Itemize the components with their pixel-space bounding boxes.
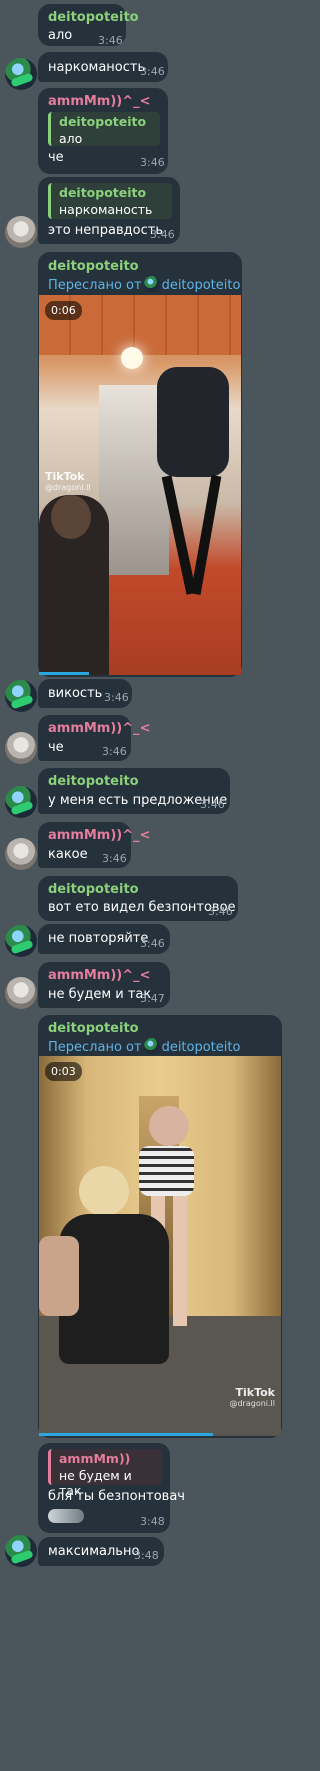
reply-preview[interactable]: deitopoteito ало: [48, 112, 160, 146]
sender-name[interactable]: deitopoteito: [48, 882, 139, 897]
user-avatar[interactable]: [5, 216, 37, 248]
sender-name[interactable]: deitopoteito: [48, 259, 139, 274]
dancer-shirt-image: [139, 1146, 194, 1196]
leg-image: [190, 475, 222, 595]
message-text: какое: [48, 847, 88, 862]
user-avatar[interactable]: [5, 786, 37, 818]
message-text: че: [48, 150, 64, 165]
person-jumping-image: [157, 367, 229, 477]
message-time: 3:46: [140, 156, 165, 169]
sender-name[interactable]: ammMm))^_<: [48, 828, 151, 843]
sender-name[interactable]: ammMm))^_<: [48, 94, 151, 109]
message-text: максимально: [48, 1544, 140, 1559]
message-bubble[interactable]: ammMm))^_< че 3:46: [38, 715, 151, 761]
message-time: 3:46: [140, 937, 165, 950]
sender-name[interactable]: deitopoteito: [48, 10, 139, 25]
message-bubble[interactable]: ammMm))^_< какое 3:46: [38, 822, 151, 868]
forwarded-header[interactable]: Переслано от deitopoteito: [48, 276, 240, 293]
reply-sender: deitopoteito: [59, 185, 147, 200]
message-bubble[interactable]: ammMm))^_< deitopoteito ало че 3:46: [38, 88, 168, 174]
tiktok-handle: @dragoni.ll: [45, 483, 91, 492]
message-bubble[interactable]: наркоманость 3:46: [38, 52, 168, 82]
message-bubble[interactable]: викость 3:46: [38, 679, 132, 708]
message-text: че: [48, 740, 64, 755]
video-progress-bar[interactable]: [39, 672, 89, 675]
video-duration: 0:03: [45, 1062, 82, 1081]
forwarded-from: deitopoteito: [161, 278, 241, 293]
light-image: [121, 347, 143, 369]
video-player[interactable]: 0:06 TikTok @dragoni.ll: [39, 295, 241, 675]
message-time: 3:48: [134, 1549, 159, 1562]
message-time: 3:46: [208, 905, 233, 918]
arm-image: [39, 1236, 79, 1316]
forwarded-label: Переслано от: [48, 278, 142, 293]
user-avatar[interactable]: [5, 680, 37, 712]
forwarded-header[interactable]: Переслано от deitopoteito: [48, 1038, 240, 1055]
video-progress-bar[interactable]: [39, 1433, 213, 1436]
user-avatar[interactable]: [5, 977, 37, 1009]
reply-text: наркоманость: [59, 202, 153, 217]
tiktok-handle: @dragoni.ll: [229, 1399, 275, 1408]
sender-name[interactable]: ammMm))^_<: [48, 721, 151, 736]
user-avatar[interactable]: [5, 1535, 37, 1567]
message-bubble[interactable]: deitopoteito наркоманость это неправдост…: [38, 177, 180, 244]
message-time: 3:46: [98, 34, 123, 47]
user-avatar[interactable]: [5, 732, 37, 764]
tiktok-watermark: TikTok @dragoni.ll: [45, 470, 91, 492]
message-time: 3:47: [140, 992, 165, 1005]
sender-name[interactable]: ammMm))^_<: [48, 968, 151, 983]
message-time: 3:46: [150, 228, 175, 241]
message-text: наркоманость: [48, 60, 146, 75]
message-text: не будем и так: [48, 987, 152, 1002]
forwarded-from: deitopoteito: [161, 1040, 241, 1055]
message-text: викость: [48, 686, 103, 701]
sticker-preview: [48, 1509, 84, 1523]
message-text: бля ты безпонтовач: [48, 1489, 185, 1504]
video-player[interactable]: 0:03 TikTok @dragoni.ll: [39, 1056, 281, 1436]
message-time: 3:48: [140, 1515, 165, 1528]
avatar-icon: [143, 1038, 160, 1054]
tiktok-brand: TikTok: [235, 1386, 275, 1399]
person-head-image: [51, 495, 91, 539]
message-text: не повторяйте: [48, 931, 149, 946]
message-bubble[interactable]: deitopoteito вот ето видел безпонтовое 3…: [38, 876, 238, 921]
message-bubble[interactable]: deitopoteito у меня есть предложение 3:4…: [38, 768, 230, 814]
message-bubble[interactable]: deitopoteito ало 3:46: [38, 4, 139, 47]
user-avatar[interactable]: [5, 58, 37, 90]
forwarded-video-message[interactable]: deitopoteito Переслано от deitopoteito 0:…: [38, 252, 242, 677]
reply-preview[interactable]: ammMm)) не будем и так: [48, 1449, 162, 1498]
message-time: 3:46: [104, 691, 129, 704]
message-bubble[interactable]: ammMm))^_< не будем и так 3:47: [38, 962, 170, 1008]
forwarded-video-message[interactable]: deitopoteito Переслано от deitopoteito 0:…: [38, 1015, 282, 1438]
message-time: 3:46: [102, 852, 127, 865]
message-bubble[interactable]: максимально 3:48: [38, 1537, 164, 1566]
sender-name[interactable]: deitopoteito: [48, 1021, 139, 1036]
forwarded-label: Переслано от: [48, 1040, 142, 1055]
message-bubble[interactable]: не повторяйте 3:46: [38, 924, 170, 954]
sender-name[interactable]: deitopoteito: [48, 774, 139, 789]
message-text: ало: [48, 28, 73, 43]
message-time: 3:46: [200, 798, 225, 811]
user-avatar[interactable]: [5, 925, 37, 957]
dancer-head-image: [149, 1106, 189, 1146]
tiktok-brand: TikTok: [45, 470, 85, 483]
message-time: 3:46: [102, 745, 127, 758]
reply-sender: deitopoteito: [59, 114, 147, 129]
reply-preview[interactable]: deitopoteito наркоманость: [48, 183, 172, 219]
tiktok-watermark: TikTok @dragoni.ll: [229, 1386, 275, 1408]
avatar-icon: [143, 276, 160, 292]
reply-text: ало: [59, 131, 83, 146]
leg-image: [173, 1196, 187, 1326]
video-duration: 0:06: [45, 301, 82, 320]
reply-sender: ammMm)): [59, 1451, 131, 1466]
message-time: 3:46: [140, 65, 165, 78]
message-text: это неправдость: [48, 223, 163, 238]
user-avatar[interactable]: [5, 838, 37, 870]
message-bubble[interactable]: ammMm)) не будем и так бля ты безпонтова…: [38, 1443, 185, 1533]
person-head-image: [79, 1166, 129, 1216]
